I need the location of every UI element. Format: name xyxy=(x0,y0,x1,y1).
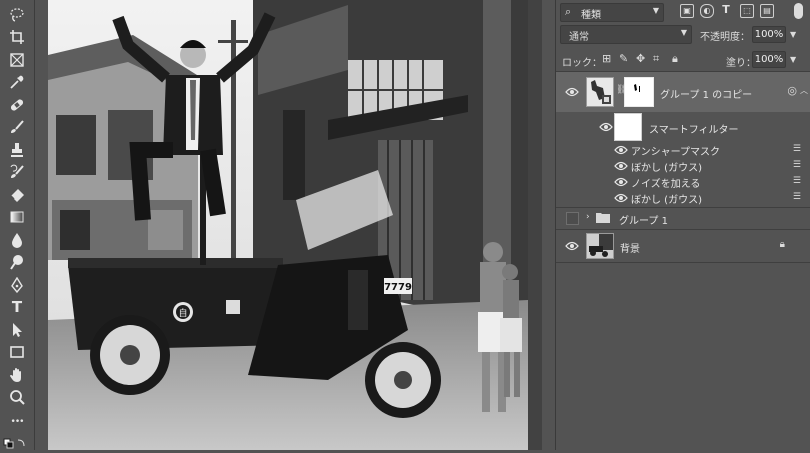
smart-filter-badge-icon[interactable]: ◎ xyxy=(787,84,797,97)
visibility-eye-icon[interactable] xyxy=(614,177,628,187)
visibility-eye-icon[interactable] xyxy=(599,122,613,132)
zoom-icon[interactable] xyxy=(6,388,28,406)
lock-icon[interactable]: 🔒︎ xyxy=(780,239,785,250)
visibility-toggle-off[interactable] xyxy=(566,212,579,225)
visibility-eye-icon[interactable] xyxy=(565,241,579,251)
color-swatches[interactable] xyxy=(0,436,34,450)
document-canvas[interactable]: 自 7779 xyxy=(48,0,528,450)
opacity-input[interactable]: 100% xyxy=(752,26,786,43)
layer-filter-value: 種類 xyxy=(581,10,601,21)
layer-row-background[interactable]: 背景 🔒︎ xyxy=(556,230,810,262)
visibility-eye-icon[interactable] xyxy=(614,161,628,171)
filter-row-gaussian-blur[interactable]: ぼかし (ガウス) ☰ xyxy=(556,158,810,174)
blend-mode-select[interactable]: 通常 ▼ xyxy=(560,25,692,44)
dodge-icon[interactable] xyxy=(6,253,28,271)
layer-name: 背景 xyxy=(620,244,640,255)
gradient-icon[interactable] xyxy=(6,208,28,226)
layer-thumbnail xyxy=(586,77,614,107)
blend-mode-value: 通常 xyxy=(569,32,589,43)
filter-name: ぼかし (ガウス) xyxy=(631,195,702,206)
lock-position-icon[interactable]: ✥ xyxy=(636,52,645,65)
rectangle-icon[interactable] xyxy=(6,343,28,361)
layer-name: スマートフィルター xyxy=(649,125,739,136)
filter-blending-options-icon[interactable]: ☰ xyxy=(793,144,801,154)
layer-row-smart-filter[interactable]: スマートフィルター xyxy=(556,112,810,142)
filter-mask-thumbnail[interactable] xyxy=(614,113,642,141)
lock-pixels-icon[interactable]: ✎ xyxy=(619,52,628,65)
search-icon: ⌕ xyxy=(565,5,572,18)
opacity-dropdown-icon[interactable]: ▼ xyxy=(790,30,796,39)
lock-transparent-icon[interactable]: ⊞ xyxy=(602,52,611,65)
layer-filter-select[interactable]: ⌕ 種類 ▼ xyxy=(560,3,664,22)
lock-all-icon[interactable]: 🔒︎ xyxy=(672,52,678,66)
filter-name: アンシャープマスク xyxy=(631,147,720,158)
chevron-down-icon: ▼ xyxy=(652,6,659,15)
visibility-eye-icon[interactable] xyxy=(614,193,628,203)
filter-blending-options-icon[interactable]: ☰ xyxy=(793,192,801,202)
photo-canvas: 自 7779 xyxy=(48,0,528,450)
layer-name: グループ 1 のコピー xyxy=(660,90,753,101)
opacity-label: 不透明度： xyxy=(700,32,750,43)
type-icon[interactable]: T xyxy=(6,298,28,316)
smart-object-filter-icon[interactable]: ▤ xyxy=(760,4,774,18)
license-plate: 7779 xyxy=(384,282,412,293)
layer-row-group-copy[interactable]: ⛓ グループ 1 のコピー ◎ ︿ xyxy=(556,72,810,112)
folder-icon xyxy=(596,211,610,226)
filter-row-gaussian-blur-2[interactable]: ぼかし (ガウス) ☰ xyxy=(556,190,810,206)
pen-icon[interactable] xyxy=(6,276,28,294)
pixel-filter-icon[interactable]: ▣ xyxy=(680,4,694,18)
lock-label: ロック： xyxy=(562,58,602,69)
crop-icon[interactable] xyxy=(6,28,28,46)
hand-icon[interactable] xyxy=(6,366,28,384)
visibility-eye-icon[interactable] xyxy=(565,87,579,97)
adjustment-filter-icon[interactable]: ◐ xyxy=(700,4,714,18)
filter-toggle[interactable] xyxy=(794,3,803,19)
filter-blending-options-icon[interactable]: ☰ xyxy=(793,160,801,170)
chevron-down-icon: ▼ xyxy=(680,28,687,37)
frame-icon[interactable] xyxy=(6,51,28,69)
tools-toolbar: T ••• xyxy=(0,0,35,450)
filter-name: ぼかし (ガウス) xyxy=(631,163,702,174)
filter-row-unsharp-mask[interactable]: アンシャープマスク ☰ xyxy=(556,142,810,158)
truck-emblem: 自 xyxy=(178,307,187,319)
layers-panel: ⌕ 種類 ▼ ▣ ◐ T ⬚ ▤ 通常 ▼ 不透明度： 100% ▼ ロック： … xyxy=(555,0,810,450)
fill-input[interactable]: 100% xyxy=(752,51,786,68)
fill-dropdown-icon[interactable]: ▼ xyxy=(790,55,796,64)
brush-icon[interactable] xyxy=(6,118,28,136)
type-filter-icon[interactable]: T xyxy=(720,4,732,16)
expand-chevron-icon[interactable]: › xyxy=(586,212,590,222)
history-brush-icon[interactable] xyxy=(6,163,28,181)
layer-row-group-1[interactable]: › グループ 1 xyxy=(556,208,810,228)
clone-stamp-icon[interactable] xyxy=(6,141,28,159)
eyedropper-icon[interactable] xyxy=(6,73,28,91)
more-tools-icon[interactable]: ••• xyxy=(6,413,28,431)
layer-name: グループ 1 xyxy=(619,216,668,227)
healing-brush-icon[interactable] xyxy=(6,96,28,114)
filter-name: ノイズを加える xyxy=(631,179,701,190)
layer-thumbnail xyxy=(586,233,614,259)
visibility-eye-icon[interactable] xyxy=(614,145,628,155)
path-selection-icon[interactable] xyxy=(6,321,28,339)
eraser-icon[interactable] xyxy=(6,186,28,204)
lasso-icon[interactable] xyxy=(6,6,28,24)
collapse-chevron-icon[interactable]: ︿ xyxy=(800,85,808,96)
panel-divider xyxy=(528,0,542,450)
shape-filter-icon[interactable]: ⬚ xyxy=(740,4,754,18)
artboard-lock-icon[interactable]: ⌗ xyxy=(653,52,659,66)
filter-row-add-noise[interactable]: ノイズを加える ☰ xyxy=(556,174,810,190)
filter-blending-options-icon[interactable]: ☰ xyxy=(793,176,801,186)
layer-mask-thumbnail[interactable] xyxy=(624,77,654,107)
blur-icon[interactable] xyxy=(6,231,28,249)
